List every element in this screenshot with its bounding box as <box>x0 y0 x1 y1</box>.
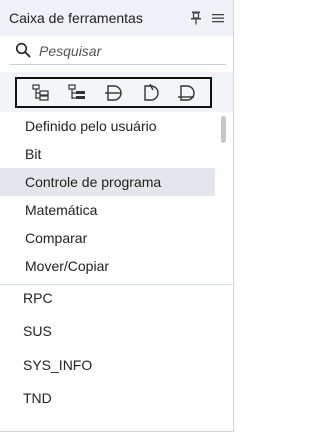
search-icon <box>15 42 31 58</box>
instruction-item[interactable]: RPC <box>0 282 233 314</box>
instruction-item[interactable]: SYS_INFO <box>0 349 233 381</box>
pin-icon[interactable] <box>187 8 205 28</box>
category-item[interactable]: Mover/Copiar <box>0 252 215 280</box>
category-label: Mover/Copiar <box>25 258 110 274</box>
panel-header: Caixa de ferramentas <box>0 0 233 36</box>
instruction-item[interactable]: SUS <box>0 315 233 347</box>
category-item-selected[interactable]: Controle de programa <box>0 168 215 196</box>
search-input[interactable] <box>39 41 219 61</box>
toolbox-panel: Caixa de ferramentas Pesquisar Definido … <box>0 0 234 432</box>
category-label: Matemática <box>25 202 98 218</box>
toolbar <box>15 77 212 108</box>
instruction-item[interactable]: TND <box>0 382 233 414</box>
instruction-label: TND <box>23 390 52 406</box>
block-icon-c[interactable] <box>175 82 197 104</box>
category-item[interactable]: Matemática <box>0 196 215 224</box>
category-label: Controle de programa <box>25 174 162 190</box>
category-label: Comparar <box>25 230 88 246</box>
category-item[interactable]: Comparar <box>0 224 215 252</box>
tree-expand-icon[interactable] <box>30 82 52 104</box>
category-label: Definido pelo usuário <box>25 118 157 134</box>
tree-collapse-icon[interactable] <box>66 82 88 104</box>
block-icon-a[interactable] <box>102 82 124 104</box>
block-icon-b[interactable] <box>139 82 161 104</box>
category-label: Bit <box>25 146 42 162</box>
panel-title: Caixa de ferramentas <box>9 10 143 26</box>
category-item[interactable]: Bit <box>0 140 215 168</box>
instruction-label: RPC <box>23 290 53 306</box>
menu-icon[interactable] <box>209 8 227 28</box>
instruction-label: SUS <box>23 323 52 339</box>
search-box <box>9 38 226 65</box>
instruction-label: SYS_INFO <box>23 357 93 373</box>
category-item[interactable]: Definido pelo usuário <box>0 112 215 140</box>
scrollbar-thumb[interactable] <box>221 116 226 143</box>
